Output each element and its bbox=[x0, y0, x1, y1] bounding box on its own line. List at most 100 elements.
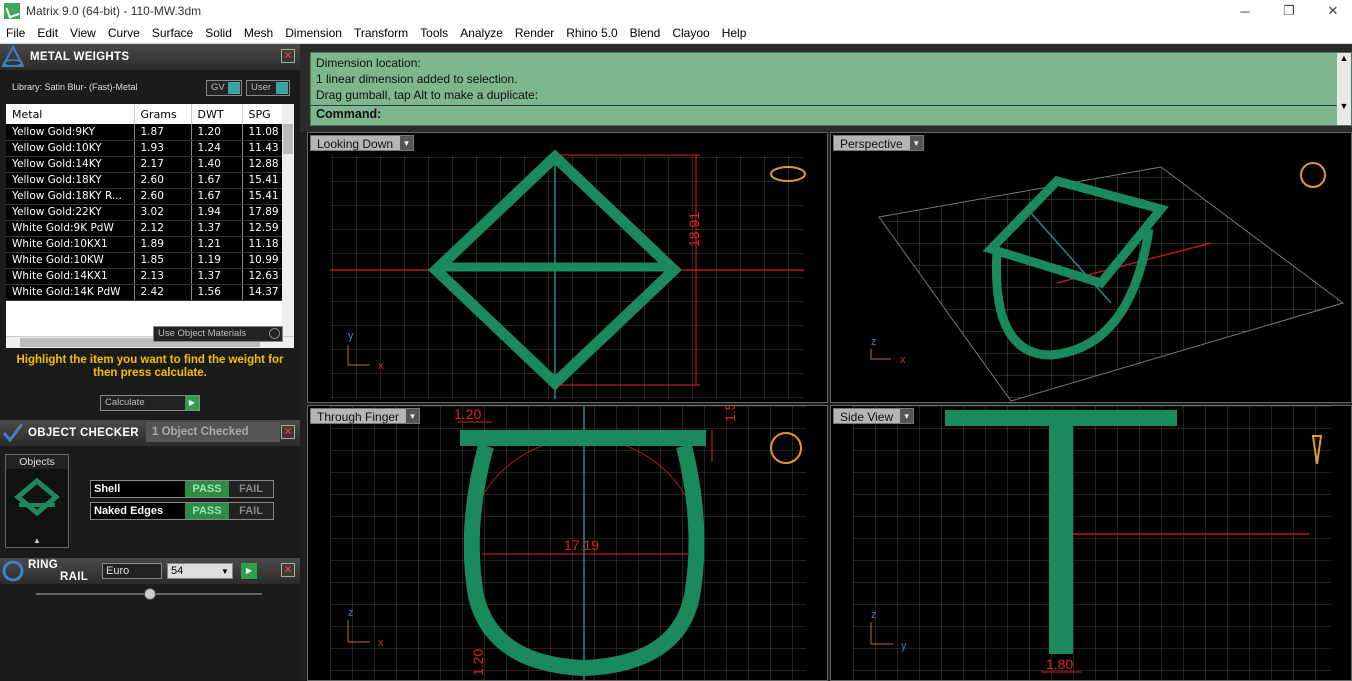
col-spg[interactable]: SPG bbox=[242, 104, 283, 124]
minimize-button[interactable]: ─ bbox=[1222, 0, 1268, 22]
naked-edges-pass-button[interactable]: PASS bbox=[185, 503, 229, 519]
menu-mesh[interactable]: Mesh bbox=[238, 26, 279, 40]
viewport-perspective[interactable]: z x Perspective bbox=[830, 132, 1352, 403]
viewport-side-view-canvas: z y bbox=[853, 406, 1331, 680]
table-cell: 2.13 bbox=[134, 268, 192, 285]
viewport-side-view[interactable]: z y 1.80 Side View bbox=[830, 405, 1352, 681]
ring-rail-go-button[interactable]: ▶ bbox=[241, 563, 257, 579]
menu-file[interactable]: File bbox=[0, 26, 31, 40]
viewport-label-looking-down[interactable]: Looking Down bbox=[310, 135, 415, 151]
table-row[interactable]: Yellow Gold:10KY 1.93 1.24 11.43 bbox=[6, 140, 283, 157]
menu-rhino5[interactable]: Rhino 5.0 bbox=[560, 26, 623, 40]
table-row[interactable]: Yellow Gold:9KY 1.87 1.20 11.08 bbox=[6, 124, 283, 141]
viewport-looking-down[interactable]: y x 18.91 Looking Down bbox=[307, 132, 828, 403]
col-metal[interactable]: Metal bbox=[6, 104, 135, 124]
calculate-button[interactable]: Calculate ▶ bbox=[100, 395, 200, 411]
col-grams[interactable]: Grams bbox=[134, 104, 192, 124]
table-cell: 11.08 bbox=[242, 124, 283, 141]
user-toggle[interactable]: User bbox=[246, 80, 290, 96]
ring-rail-slider-handle[interactable] bbox=[144, 588, 156, 600]
table-vertical-scrollbar[interactable] bbox=[282, 104, 294, 336]
ring-rail-title-line2: RAIL bbox=[60, 571, 89, 583]
objects-box[interactable]: Objects ▲ bbox=[5, 454, 69, 548]
svg-text:z: z bbox=[348, 607, 354, 619]
menu-solid[interactable]: Solid bbox=[199, 26, 238, 40]
viewport-label-through-finger[interactable]: Through Finger bbox=[310, 408, 421, 424]
table-cell: 17.89 bbox=[242, 204, 283, 221]
window-title: Matrix 9.0 (64-bit) - 110-MW.3dm bbox=[26, 4, 202, 18]
objects-label: Objects bbox=[6, 455, 68, 469]
ring-size-select[interactable]: 54 ▼ bbox=[167, 563, 233, 579]
menu-analyze[interactable]: Analyze bbox=[454, 26, 509, 40]
viewport-looking-down-canvas: y x bbox=[330, 149, 806, 399]
menu-edit[interactable]: Edit bbox=[31, 26, 64, 40]
table-cell: 1.24 bbox=[191, 140, 243, 157]
svg-text:z: z bbox=[871, 336, 877, 348]
viewport-perspective-canvas: z x bbox=[870, 162, 1345, 402]
svg-text:y: y bbox=[348, 330, 354, 342]
gv-toggle[interactable]: GV bbox=[206, 80, 242, 96]
menu-help[interactable]: Help bbox=[716, 26, 753, 40]
table-cell: 15.41 bbox=[242, 188, 283, 205]
table-cell: 1.87 bbox=[134, 124, 192, 141]
col-dwt[interactable]: DWT bbox=[191, 104, 243, 124]
ring-rail-header: RING RAIL Euro 54 ▼ ▶ ✕ bbox=[0, 558, 300, 584]
naked-edges-fail-button[interactable]: FAIL bbox=[229, 503, 273, 519]
menu-transform[interactable]: Transform bbox=[348, 26, 414, 40]
check-name-naked-edges: Naked Edges bbox=[91, 503, 185, 519]
menu-tools[interactable]: Tools bbox=[414, 26, 454, 40]
table-row[interactable]: Yellow Gold:18KY R... 2.60 1.67 15.41 bbox=[6, 188, 283, 205]
ring-rail-close-icon[interactable]: ✕ bbox=[281, 563, 295, 577]
table-row[interactable]: Yellow Gold:22KY 3.02 1.94 17.89 bbox=[6, 204, 283, 221]
check-row-shell: Shell PASS FAIL bbox=[90, 480, 274, 498]
table-row[interactable]: White Gold:14KX1 2.13 1.37 12.63 bbox=[6, 268, 283, 285]
table-cell: 2.12 bbox=[134, 220, 192, 237]
metal-weights-close-icon[interactable]: ✕ bbox=[281, 49, 295, 63]
table-row[interactable]: White Gold:14K PdW 2.42 1.56 14.37 bbox=[6, 284, 283, 301]
menu-surface[interactable]: Surface bbox=[146, 26, 199, 40]
shell-pass-button[interactable]: PASS bbox=[185, 481, 229, 497]
viewport-label-perspective[interactable]: Perspective bbox=[833, 135, 924, 151]
table-cell: 1.56 bbox=[191, 284, 243, 301]
table-row[interactable]: Yellow Gold:18KY 2.60 1.67 15.41 bbox=[6, 172, 283, 189]
table-cell: White Gold:14K PdW bbox=[6, 284, 135, 301]
menu-curve[interactable]: Curve bbox=[102, 26, 146, 40]
dimension-width: 1.80 bbox=[1046, 656, 1074, 672]
svg-text:x: x bbox=[900, 354, 906, 366]
dimension-inner-diameter: 17.19 bbox=[564, 537, 600, 553]
expand-up-icon[interactable]: ▲ bbox=[6, 536, 68, 545]
table-cell: White Gold:10KW bbox=[6, 252, 135, 269]
use-object-materials-toggle[interactable]: Use Object Materials bbox=[153, 326, 283, 342]
table-row[interactable]: Yellow Gold:14KY 2.17 1.40 12.88 bbox=[6, 156, 283, 173]
table-cell: Yellow Gold:22KY bbox=[6, 204, 135, 221]
ring-rail-title-line1: RING bbox=[28, 559, 58, 571]
dimension-bottom-thickness: 1.20 bbox=[470, 648, 486, 676]
menu-dimension[interactable]: Dimension bbox=[279, 26, 348, 40]
table-row[interactable]: White Gold:9K PdW 2.12 1.37 12.59 bbox=[6, 220, 283, 237]
menu-clayoo[interactable]: Clayoo bbox=[666, 26, 715, 40]
left-panel: METAL WEIGHTS ✕ Library: Satin Blur- (Fa… bbox=[0, 44, 300, 681]
shell-fail-button[interactable]: FAIL bbox=[229, 481, 273, 497]
command-scrollbar[interactable]: ▲ ▼ bbox=[1337, 53, 1351, 125]
table-cell: Yellow Gold:9KY bbox=[6, 124, 135, 141]
viewport-through-finger[interactable]: z x 1.20 1.50 17.19 1.20 Through Finger bbox=[307, 405, 828, 681]
maximize-button[interactable]: ❐ bbox=[1266, 0, 1312, 22]
object-checker-close-icon[interactable]: ✕ bbox=[281, 425, 295, 439]
table-row[interactable]: White Gold:10KW 1.85 1.19 10.99 bbox=[6, 252, 283, 269]
table-cell: 1.85 bbox=[134, 252, 192, 269]
close-window-button[interactable]: ✕ bbox=[1310, 0, 1352, 22]
menu-view[interactable]: View bbox=[64, 26, 102, 40]
metal-weights-header: METAL WEIGHTS ✕ bbox=[0, 44, 300, 70]
svg-text:x: x bbox=[378, 637, 384, 649]
viewport-label-side-view[interactable]: Side View bbox=[833, 408, 915, 424]
use-object-materials-label: Use Object Materials bbox=[158, 328, 247, 339]
command-history-line-1: Dimension location: bbox=[316, 56, 421, 70]
dimension-height: 18.91 bbox=[686, 211, 702, 247]
ring-system-select[interactable]: Euro bbox=[102, 563, 162, 579]
table-row[interactable]: White Gold:10KX1 1.89 1.21 11.18 bbox=[6, 236, 283, 253]
menu-render[interactable]: Render bbox=[509, 26, 560, 40]
app-icon bbox=[4, 3, 20, 19]
command-prompt[interactable]: Command: bbox=[316, 107, 381, 121]
menu-blend[interactable]: Blend bbox=[624, 26, 667, 40]
table-cell: 2.42 bbox=[134, 284, 192, 301]
